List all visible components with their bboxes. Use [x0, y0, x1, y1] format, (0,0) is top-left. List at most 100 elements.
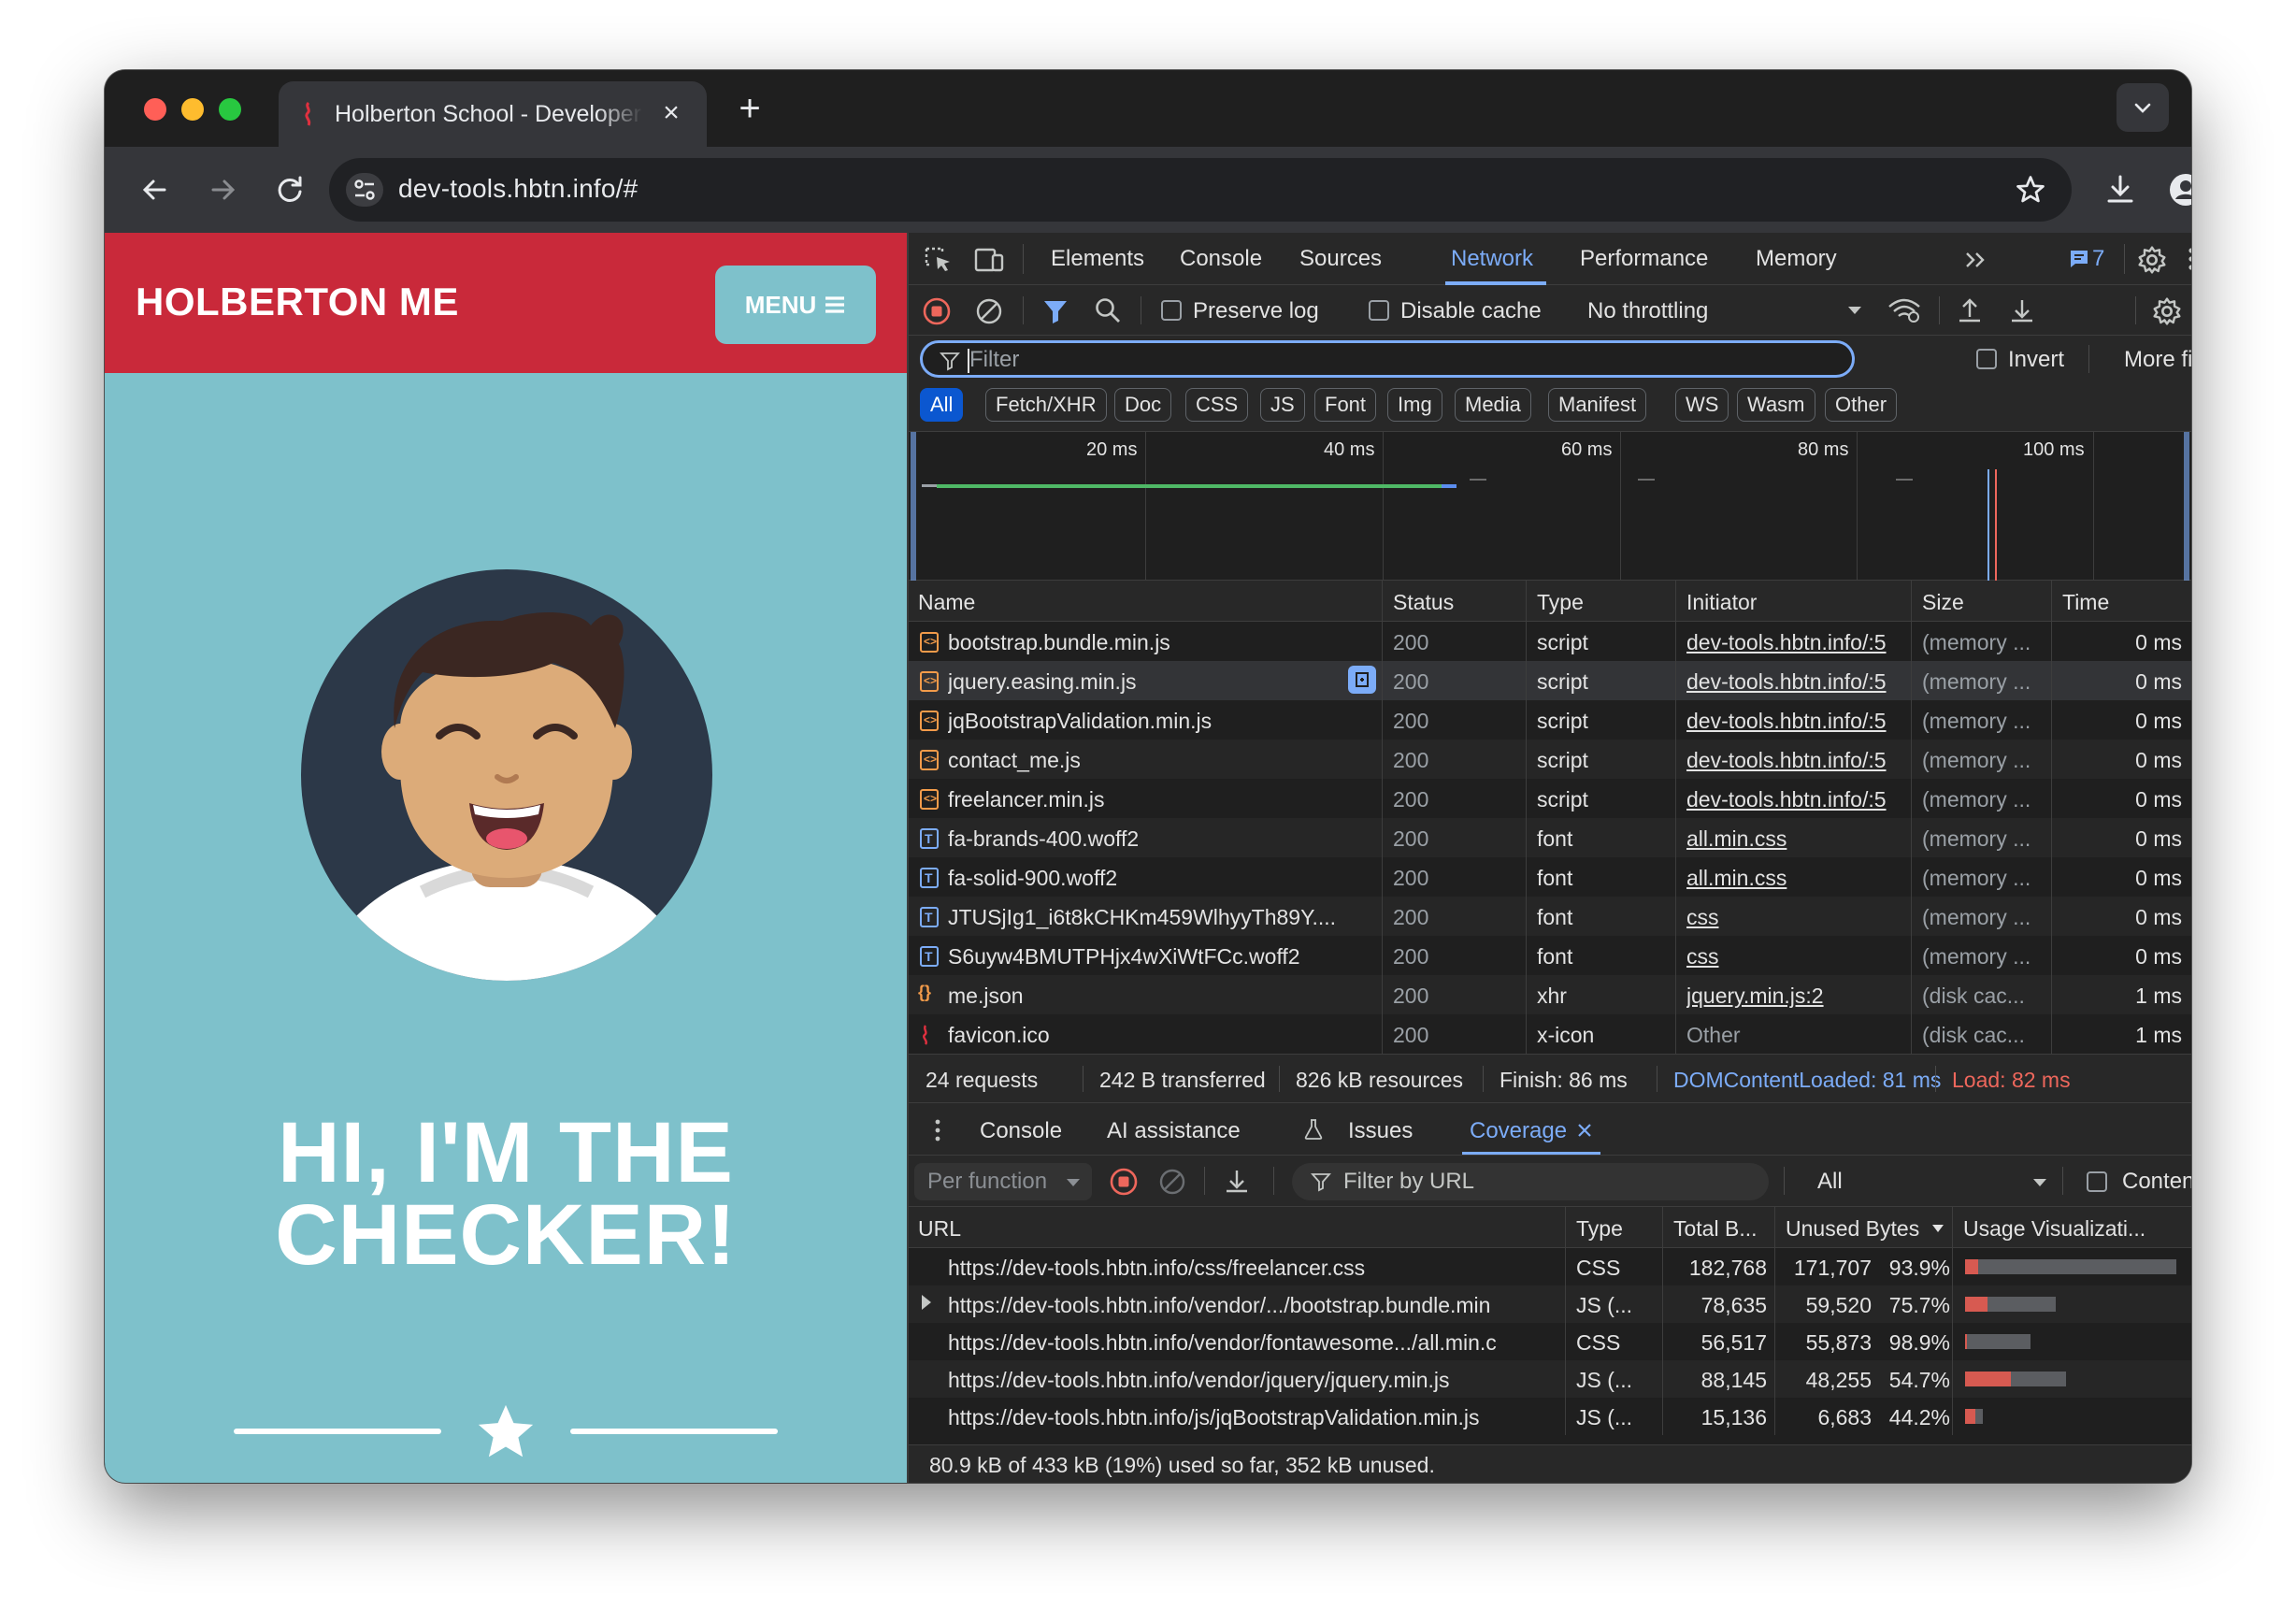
coverage-row[interactable]: https://dev-tools.hbtn.info/vendor/fonta… — [909, 1323, 2191, 1360]
type-filter-media[interactable]: Media — [1455, 388, 1531, 422]
column-initiator[interactable]: Initiator — [1686, 590, 1757, 615]
filter-by-url-input[interactable]: Filter by URL — [1292, 1163, 1769, 1200]
drawer-menu-icon[interactable] — [933, 1118, 942, 1142]
filter-input[interactable]: Filter — [920, 340, 1855, 378]
customize-menu-icon[interactable] — [2186, 246, 2191, 272]
request-initiator[interactable]: all.min.css — [1686, 826, 1901, 852]
settings-gear-icon[interactable] — [2137, 245, 2167, 275]
request-initiator[interactable]: css — [1686, 944, 1901, 969]
new-tab-button[interactable]: + — [731, 90, 768, 128]
coverage-column-type[interactable]: Type — [1576, 1216, 1623, 1242]
expand-triangle-icon[interactable] — [922, 1295, 931, 1310]
request-initiator[interactable]: dev-tools.hbtn.info/:5 — [1686, 709, 1901, 734]
type-filter-font[interactable]: Font — [1314, 388, 1377, 422]
request-initiator[interactable]: dev-tools.hbtn.info/:5 — [1686, 748, 1901, 773]
column-type[interactable]: Type — [1537, 590, 1584, 615]
type-filter-doc[interactable]: Doc — [1114, 388, 1172, 422]
coverage-column-url[interactable]: URL — [918, 1216, 961, 1242]
type-filter-all[interactable]: All — [920, 388, 964, 422]
invert-label[interactable]: Invert — [2008, 347, 2064, 373]
forward-arrow-icon[interactable] — [202, 169, 243, 210]
request-row[interactable]: Tfa-solid-900.woff2 200 font all.min.css (me… — [909, 857, 2191, 897]
type-filter-wasm[interactable]: Wasm — [1737, 388, 1815, 422]
throttling-select[interactable]: No throttling — [1587, 298, 1708, 324]
drawer-tab-issues[interactable]: Issues — [1348, 1118, 1413, 1144]
tab-sources[interactable]: Sources — [1299, 246, 1382, 272]
tab-performance[interactable]: Performance — [1580, 246, 1708, 272]
type-filter-css[interactable]: CSS — [1185, 388, 1249, 422]
coverage-column-unused[interactable]: Unused Bytes — [1786, 1216, 1919, 1242]
filter-funnel-icon[interactable] — [1041, 298, 1069, 324]
tab-network[interactable]: Network — [1451, 246, 1533, 272]
column-name[interactable]: Name — [918, 590, 975, 615]
coverage-row[interactable]: https://dev-tools.hbtn.info/css/freelanc… — [909, 1248, 2191, 1285]
drawer-tab-coverage[interactable]: Coverage — [1470, 1118, 1567, 1144]
search-icon[interactable] — [1094, 296, 1122, 324]
coverage-filter-select[interactable]: All — [1817, 1169, 1843, 1195]
column-status[interactable]: Status — [1393, 590, 1454, 615]
browser-tab[interactable]: Holberton School - Developer × — [279, 81, 707, 147]
type-filter-manifest[interactable]: Manifest — [1548, 388, 1647, 422]
content-scripts-label[interactable]: Content scripts — [2122, 1169, 2191, 1195]
coverage-column-usage[interactable]: Usage Visualizati... — [1963, 1216, 2145, 1242]
record-stop-icon[interactable] — [922, 296, 952, 326]
bookmark-star-icon[interactable] — [2014, 173, 2047, 207]
request-row[interactable]: favicon.ico 200 x-icon Other (disk cac... 1 m… — [909, 1014, 2191, 1054]
drawer-tab-ai-assistance[interactable]: AI assistance — [1107, 1118, 1241, 1144]
disable-cache-label[interactable]: Disable cache — [1400, 298, 1542, 324]
minimize-window-button[interactable] — [181, 98, 204, 121]
network-overview-timeline[interactable]: 20 ms 40 ms 60 ms 80 ms 100 ms — [909, 431, 2191, 582]
device-toolbar-icon[interactable] — [974, 246, 1004, 274]
address-bar[interactable]: dev-tools.hbtn.info/# — [329, 158, 2072, 222]
content-scripts-checkbox[interactable] — [2087, 1171, 2107, 1192]
request-row[interactable]: Tfa-brands-400.woff2 200 font all.min.css (m… — [909, 818, 2191, 857]
inspect-element-icon[interactable] — [924, 246, 954, 274]
request-initiator[interactable]: jquery.min.js:2 — [1686, 984, 1901, 1009]
request-row[interactable]: <> jquery.easing.min.js 200 script dev-tools… — [909, 661, 2191, 700]
request-row[interactable]: T S6uyw4BMUTPHjx4wXiWtFCc.woff2 200 font css… — [909, 936, 2191, 975]
override-content-icon[interactable] — [1348, 666, 1376, 694]
request-row[interactable]: T JTUSjIg1_i6t8kCHKm459WlhyyTh89Y.... 200 f… — [909, 897, 2191, 936]
type-filter-other[interactable]: Other — [1825, 388, 1898, 422]
request-row[interactable]: {} me.json 200 xhr jquery.min.js:2 (disk cac.… — [909, 975, 2191, 1014]
request-initiator[interactable]: all.min.css — [1686, 866, 1901, 891]
drawer-tab-console[interactable]: Console — [980, 1118, 1062, 1144]
coverage-row[interactable]: https://dev-tools.hbtn.info/vendor/.../b… — [909, 1285, 2191, 1323]
site-brand[interactable]: HOLBERTON ME — [136, 280, 459, 324]
request-row[interactable]: <> bootstrap.bundle.min.js 200 script dev-to… — [909, 622, 2191, 661]
request-row[interactable]: <> jqBootstrapValidation.min.js 200 script d… — [909, 700, 2191, 740]
close-window-button[interactable] — [144, 98, 166, 121]
timeline-handle-right[interactable] — [2184, 432, 2189, 582]
stop-recording-icon[interactable] — [1109, 1167, 1139, 1197]
issues-message-icon[interactable] — [2068, 248, 2090, 270]
issues-count[interactable]: 7 — [2092, 246, 2104, 272]
tab-memory[interactable]: Memory — [1756, 246, 1837, 272]
profile-avatar-icon[interactable] — [2165, 169, 2191, 210]
more-filters-button[interactable]: More filters — [2124, 347, 2191, 373]
coverage-column-total[interactable]: Total B... — [1673, 1216, 1757, 1242]
type-filter-img[interactable]: Img — [1387, 388, 1442, 422]
request-row[interactable]: <> contact_me.js 200 script dev-tools.hbtn.i… — [909, 740, 2191, 779]
coverage-type-select[interactable]: Per function — [914, 1163, 1092, 1200]
type-filter-ws[interactable]: WS — [1675, 388, 1729, 422]
network-conditions-icon[interactable] — [1887, 296, 1922, 324]
tab-search-button[interactable] — [2117, 83, 2169, 132]
more-tabs-chevron-icon[interactable] — [1963, 250, 1987, 270]
reload-icon[interactable] — [269, 169, 310, 210]
type-filter-fetch-xhr[interactable]: Fetch/XHR — [985, 388, 1107, 422]
invert-checkbox[interactable] — [1976, 349, 1997, 369]
tab-elements[interactable]: Elements — [1051, 246, 1144, 272]
back-arrow-icon[interactable] — [135, 169, 176, 210]
timeline-handle-left[interactable] — [911, 432, 916, 582]
maximize-window-button[interactable] — [219, 98, 241, 121]
close-coverage-tab-icon[interactable] — [1576, 1122, 1593, 1139]
disable-cache-checkbox[interactable] — [1369, 300, 1389, 321]
column-time[interactable]: Time — [2062, 590, 2109, 615]
preserve-log-label[interactable]: Preserve log — [1193, 298, 1319, 324]
request-initiator[interactable]: css — [1686, 905, 1901, 930]
downloads-icon[interactable] — [2100, 169, 2141, 210]
coverage-row[interactable]: https://dev-tools.hbtn.info/vendor/jquer… — [909, 1360, 2191, 1398]
column-size[interactable]: Size — [1922, 590, 1964, 615]
network-settings-gear-icon[interactable] — [2152, 296, 2182, 326]
coverage-row[interactable]: https://dev-tools.hbtn.info/js/jqBootstr… — [909, 1398, 2191, 1435]
